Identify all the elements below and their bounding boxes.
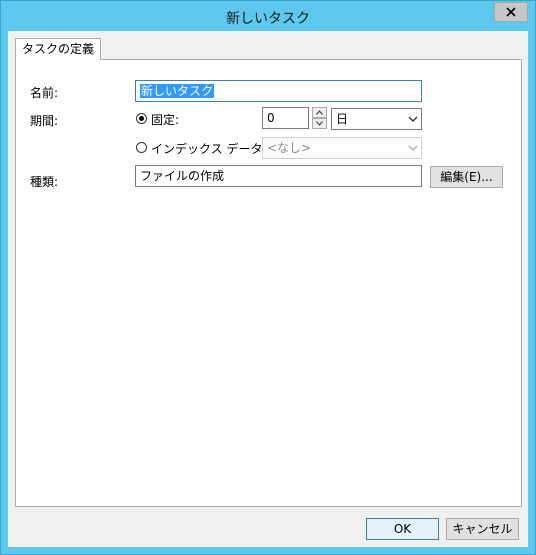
- type-input[interactable]: ファイルの作成: [135, 165, 422, 187]
- type-label: 種類:: [30, 175, 59, 189]
- close-icon: [506, 7, 516, 17]
- fixed-radio[interactable]: [136, 113, 147, 124]
- chevron-down-icon: [316, 121, 323, 126]
- chevron-up-icon: [316, 110, 323, 115]
- index-data-radio[interactable]: [136, 142, 147, 153]
- fixed-value-input[interactable]: 0: [262, 107, 309, 129]
- tab-task-definition[interactable]: タスクの定義: [15, 38, 102, 60]
- chevron-down-icon: [408, 116, 418, 122]
- edit-button[interactable]: 編集(E)...: [430, 166, 503, 188]
- cancel-button[interactable]: キャンセル: [446, 518, 519, 540]
- title-bar[interactable]: 新しいタスク: [1, 1, 535, 31]
- name-label: 名前:: [30, 86, 59, 100]
- chevron-down-icon: [408, 145, 418, 151]
- spin-down-button[interactable]: [312, 118, 327, 129]
- period-label: 期間:: [30, 114, 59, 128]
- dialog-client-area: タスクの定義 名前: 新しいタスク 期間: 固定: 0 日 インデックス データ…: [8, 31, 528, 547]
- unit-select[interactable]: 日: [331, 108, 422, 130]
- index-data-label: インデックス データ:: [151, 142, 267, 156]
- dialog-window: 新しいタスク タスクの定義 名前: 新しいタスク 期間: 固定: 0 日 インデ…: [0, 0, 536, 555]
- fixed-label: 固定:: [151, 113, 180, 127]
- close-button[interactable]: [494, 2, 528, 22]
- index-data-select-value: <なし>: [267, 141, 312, 155]
- fixed-value-spinner[interactable]: [312, 107, 327, 129]
- tab-panel: 名前: 新しいタスク 期間: 固定: 0 日 インデックス データ: <なし> …: [15, 59, 522, 507]
- name-input-value: 新しいタスク: [140, 84, 215, 98]
- ok-button[interactable]: OK: [366, 518, 439, 540]
- index-data-select[interactable]: <なし>: [262, 137, 422, 159]
- spin-up-button[interactable]: [312, 107, 327, 118]
- unit-select-value: 日: [336, 112, 349, 126]
- name-input[interactable]: 新しいタスク: [135, 80, 422, 102]
- window-title: 新しいタスク: [226, 11, 310, 27]
